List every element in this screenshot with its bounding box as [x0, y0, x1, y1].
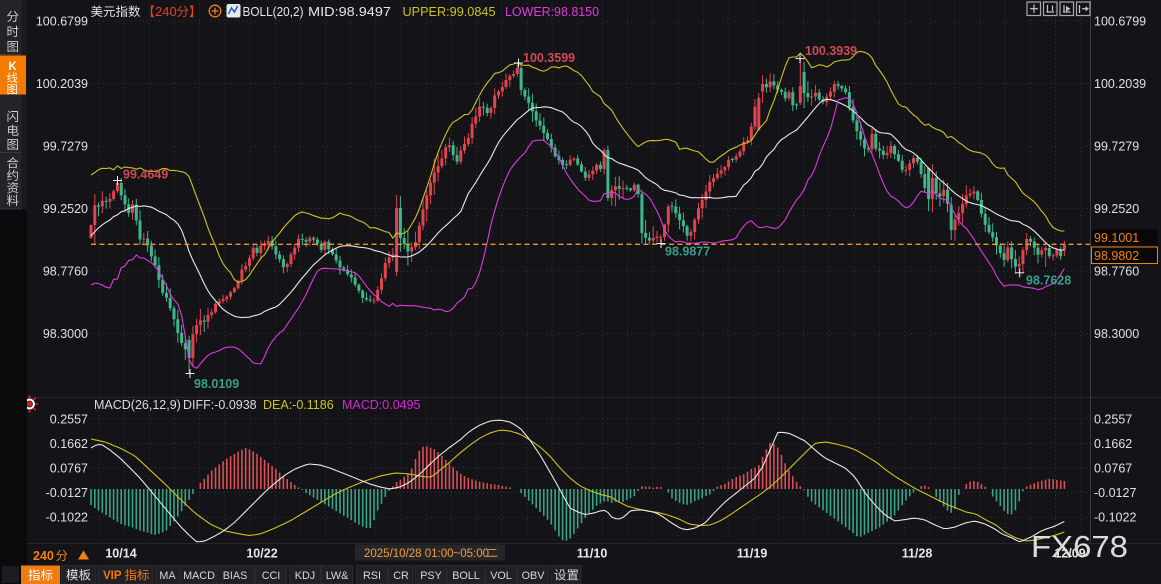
svg-text:-0.0127: -0.0127 [46, 486, 88, 500]
svg-text:98.9877: 98.9877 [665, 245, 710, 259]
svg-text:100.2039: 100.2039 [36, 77, 88, 91]
svg-text:100.6799: 100.6799 [36, 15, 88, 29]
svg-text:98.0109: 98.0109 [194, 377, 239, 391]
svg-text:CR: CR [393, 570, 409, 582]
svg-text:98.7628: 98.7628 [1026, 274, 1071, 288]
svg-text:2025/10/28 01:00~05:00: 2025/10/28 01:00~05:00 [364, 548, 489, 560]
svg-text:LW&: LW& [326, 570, 349, 582]
svg-text:MACD:0.0495: MACD:0.0495 [342, 398, 421, 412]
svg-text:11/28: 11/28 [902, 547, 933, 561]
svg-text:99.4649: 99.4649 [123, 168, 168, 182]
svg-text:0.1662: 0.1662 [50, 437, 88, 451]
svg-text:10/22: 10/22 [246, 547, 277, 561]
svg-text:-0.0127: -0.0127 [1094, 486, 1136, 500]
svg-text:99.7279: 99.7279 [1094, 140, 1139, 154]
svg-text:99.2520: 99.2520 [43, 202, 88, 216]
svg-text:VOL: VOL [490, 570, 512, 582]
svg-text:MACD: MACD [183, 570, 215, 582]
svg-text:DEA:-0.1186: DEA:-0.1186 [263, 398, 334, 412]
svg-text:BIAS: BIAS [223, 570, 248, 582]
svg-text:RSI: RSI [363, 570, 381, 582]
svg-text:OBV: OBV [522, 570, 546, 582]
svg-text:PSY: PSY [420, 570, 442, 582]
svg-text:FX678: FX678 [1031, 530, 1128, 564]
svg-text:99.1001: 99.1001 [1094, 231, 1139, 245]
svg-text:240: 240 [155, 4, 177, 19]
svg-text:CCI: CCI [262, 570, 281, 582]
svg-text:98.3000: 98.3000 [43, 327, 88, 341]
svg-text:DIFF:-0.0938: DIFF:-0.0938 [183, 398, 257, 412]
svg-text:0.2557: 0.2557 [50, 412, 88, 426]
svg-text:MA: MA [159, 570, 176, 582]
svg-text:100.3599: 100.3599 [523, 51, 575, 65]
svg-text:BOLL(20,2): BOLL(20,2) [243, 4, 304, 19]
svg-text:MID:98.9497: MID:98.9497 [308, 4, 391, 19]
svg-text:K: K [8, 61, 17, 73]
svg-text:99.7279: 99.7279 [43, 140, 88, 154]
svg-text:99.2520: 99.2520 [1094, 202, 1139, 216]
svg-text:VIP: VIP [103, 570, 122, 582]
svg-text:0.1662: 0.1662 [1094, 437, 1132, 451]
svg-text:UPPER:99.0845: UPPER:99.0845 [403, 4, 496, 19]
svg-text:MACD(26,12,9): MACD(26,12,9) [94, 398, 181, 412]
svg-text:240: 240 [33, 549, 54, 563]
svg-text:0.0767: 0.0767 [50, 462, 88, 476]
svg-text:0.2557: 0.2557 [1094, 412, 1132, 426]
svg-text:11/10: 11/10 [577, 547, 608, 561]
svg-text:KDJ: KDJ [295, 570, 315, 582]
svg-text:98.7760: 98.7760 [1094, 265, 1139, 279]
svg-text:11/19: 11/19 [737, 547, 768, 561]
svg-text:100.2039: 100.2039 [1094, 77, 1146, 91]
svg-text:100.3939: 100.3939 [805, 44, 857, 58]
svg-text:98.3000: 98.3000 [1094, 327, 1139, 341]
svg-text:98.9802: 98.9802 [1094, 249, 1139, 263]
svg-text:-0.1022: -0.1022 [1094, 511, 1136, 525]
svg-text:0.0767: 0.0767 [1094, 462, 1132, 476]
svg-text:BOLL: BOLL [452, 570, 480, 582]
svg-text:100.6799: 100.6799 [1094, 15, 1146, 29]
svg-text:-0.1022: -0.1022 [46, 511, 88, 525]
svg-text:98.7760: 98.7760 [43, 265, 88, 279]
svg-text:10/14: 10/14 [105, 547, 136, 561]
svg-text:LOWER:98.8150: LOWER:98.8150 [505, 4, 599, 19]
